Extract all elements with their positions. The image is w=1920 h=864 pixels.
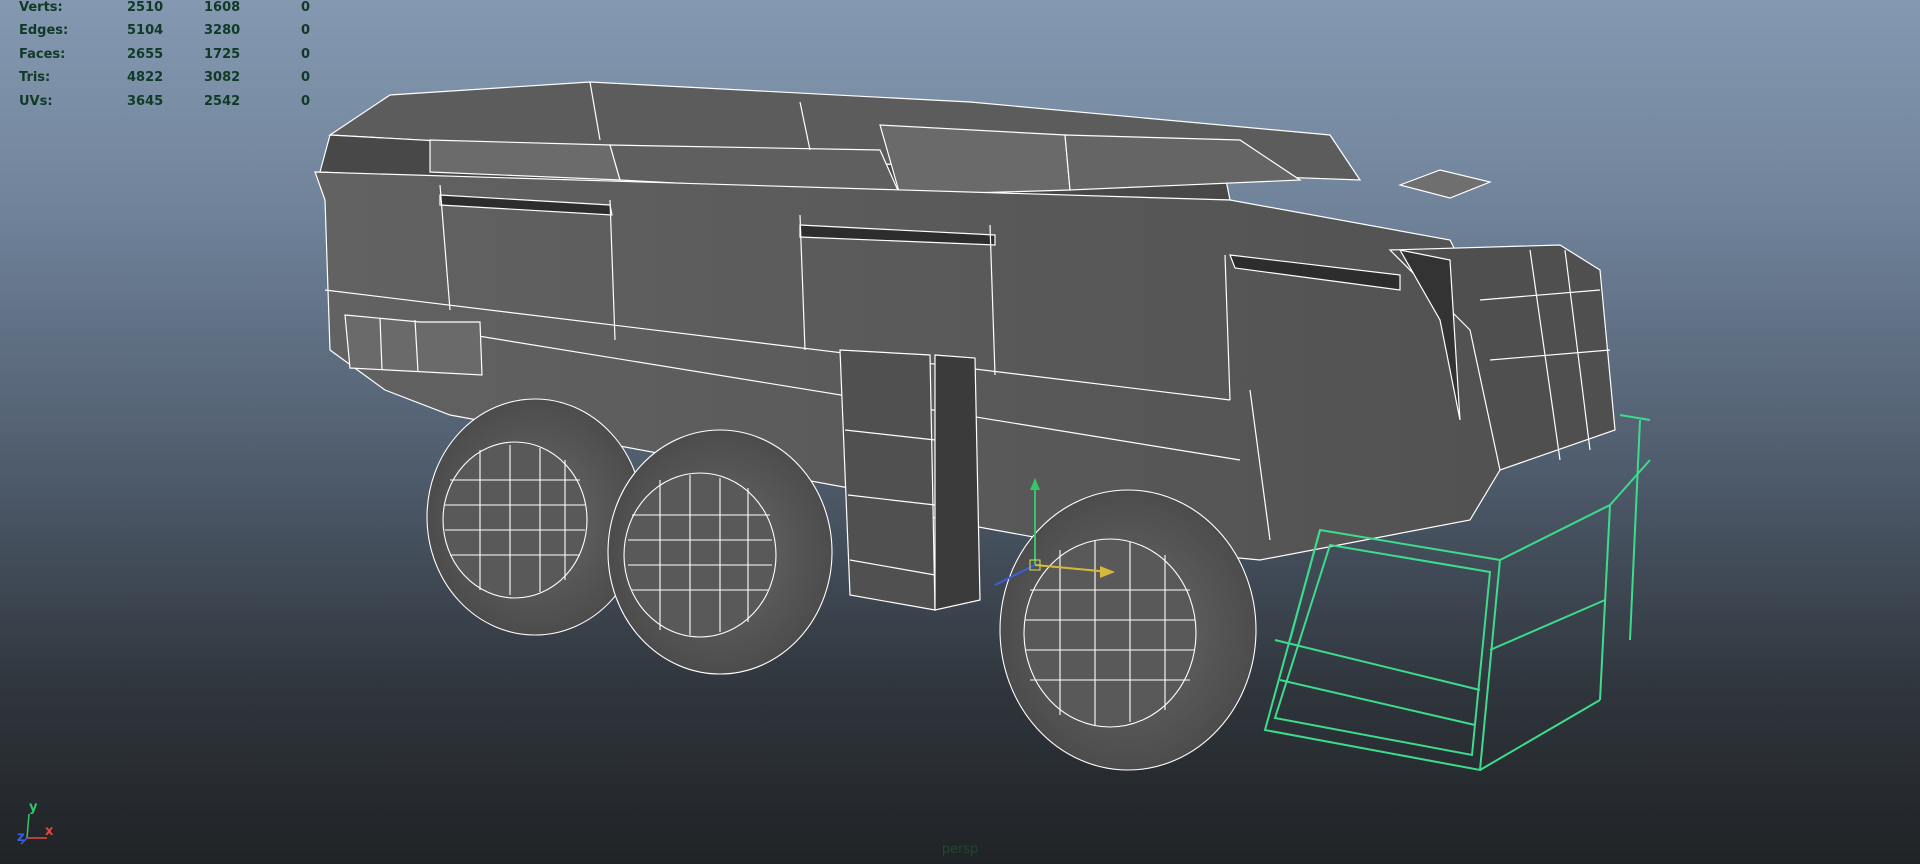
vehicle-model-wireframe[interactable]: [0, 0, 1920, 864]
hud-value: 0: [300, 47, 310, 62]
hud-value: 2510: [127, 0, 164, 15]
hud-value: 3280: [204, 23, 241, 38]
hud-value: 2655: [127, 47, 164, 62]
wheel-front[interactable]: [999, 489, 1257, 771]
hud-row-uvs: UVs: 3645 2542 0: [0, 94, 330, 114]
hud-value: 0: [300, 0, 310, 15]
hud-value: 0: [300, 70, 310, 85]
perspective-viewport[interactable]: Verts: 2510 1608 0 Edges: 5104 3280 0 Fa…: [0, 0, 1920, 864]
hud-row-edges: Edges: 5104 3280 0: [0, 23, 330, 43]
hud-label: UVs:: [19, 94, 53, 109]
wheel-rear-1[interactable]: [426, 398, 644, 636]
hud-row-tris: Tris: 4822 3082 0: [0, 70, 330, 90]
hud-value: 3082: [204, 70, 241, 85]
hud-label: Verts:: [19, 0, 63, 15]
hud-value: 5104: [127, 23, 164, 38]
hud-value: 1608: [204, 0, 241, 15]
axis-y-label: y: [29, 800, 38, 815]
hud-value: 1725: [204, 47, 241, 62]
axis-z-label: z: [17, 830, 25, 845]
hud-value: 0: [300, 23, 310, 38]
hud-row-faces: Faces: 2655 1725 0: [0, 47, 330, 67]
hud-label: Tris:: [19, 70, 51, 85]
hud-row-verts: Verts: 2510 1608 0: [0, 0, 330, 20]
hud-value: 4822: [127, 70, 164, 85]
camera-name-label: persp: [941, 842, 979, 857]
wheel-rear-2[interactable]: [607, 429, 833, 675]
poly-count-hud: Verts: 2510 1608 0 Edges: 5104 3280 0 Fa…: [0, 0, 330, 115]
hud-value: 2542: [204, 94, 241, 109]
hud-value: 3645: [127, 94, 164, 109]
hud-label: Edges:: [19, 23, 69, 38]
hud-value: 0: [300, 94, 310, 109]
axis-x-label: x: [45, 824, 54, 839]
hud-label: Faces:: [19, 47, 66, 62]
view-axis-icon: y x z: [15, 800, 65, 850]
